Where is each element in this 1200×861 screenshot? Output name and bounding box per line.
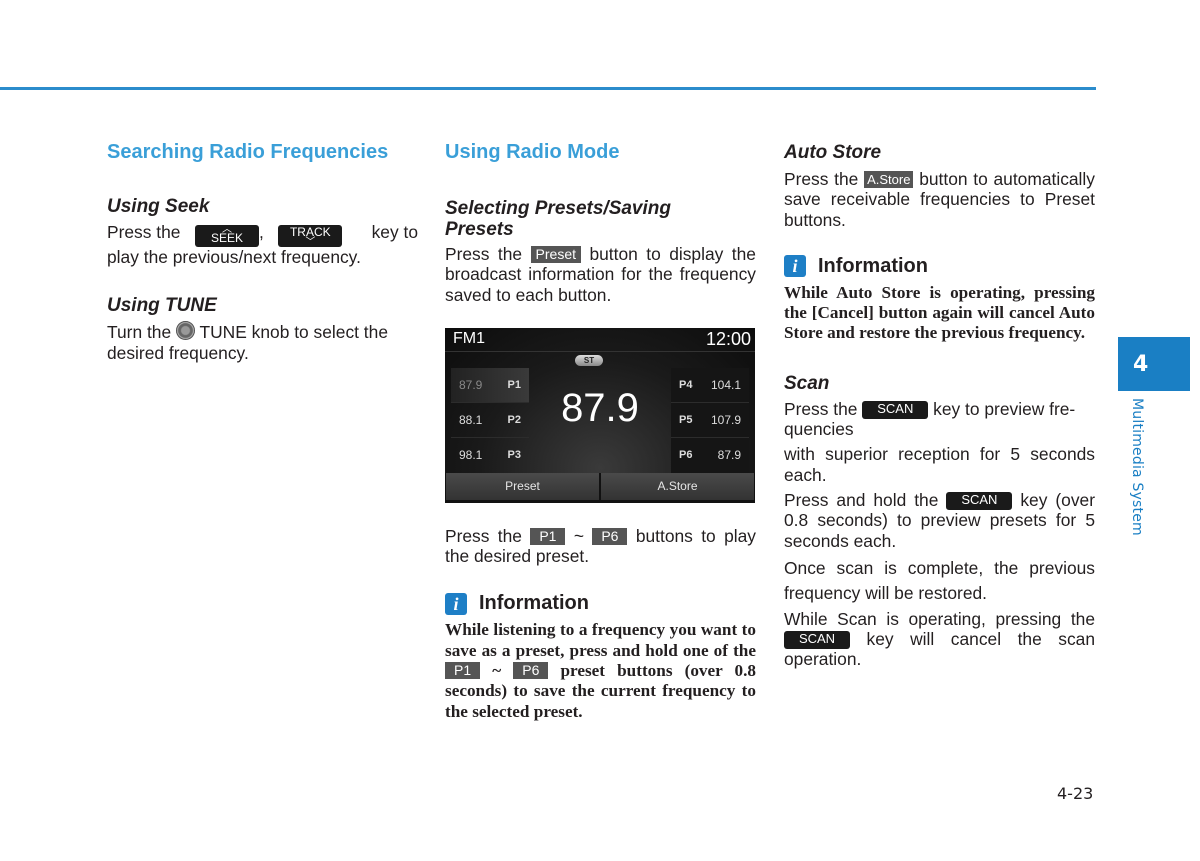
- scan-paragraph-5: While Scan is operating, pressing the SC…: [784, 609, 1095, 670]
- presets-paragraph: Press the Preset button to display the b…: [445, 244, 756, 305]
- screen-button-bar: Preset A.Store: [445, 472, 755, 503]
- column-autostore-scan: Auto Store Press the A.Store button to a…: [784, 138, 1095, 670]
- section-title: Using Radio Mode: [445, 141, 620, 163]
- text: TUNE knob to select the: [199, 322, 389, 343]
- scan-key: SCAN: [862, 400, 929, 419]
- preset-row[interactable]: 88.1 P2: [451, 403, 529, 438]
- subheading-auto-store: Auto Store: [784, 142, 882, 163]
- text: Press and hold the: [784, 489, 939, 510]
- p1-key: P1: [530, 527, 566, 545]
- chevron-up-icon: ︿: [221, 224, 232, 235]
- preset-key: Preset: [530, 246, 581, 263]
- subheading-using-tune: Using TUNE: [107, 295, 217, 317]
- text: Turn the: [107, 322, 172, 343]
- subheading-scan: Scan: [784, 372, 830, 394]
- p1-key: P1: [445, 662, 481, 680]
- text: desired frequency.: [107, 342, 249, 363]
- preset-frequency: 87.9: [717, 448, 741, 463]
- screen-preset-button[interactable]: Preset: [446, 472, 599, 500]
- preset-number: P1: [507, 378, 521, 391]
- info-heading: i Information: [445, 592, 756, 615]
- preset-row[interactable]: 98.1 P3: [451, 438, 529, 473]
- column-searching-radio: Searching Radio Frequencies Using Seek P…: [107, 138, 418, 363]
- section-title: Searching Radio Frequencies: [107, 141, 389, 163]
- header-rule: [0, 87, 1096, 90]
- seek-key: ︿ SEEK: [194, 224, 259, 247]
- info-heading: i Information: [784, 255, 1095, 278]
- preset-frequency: 104.1: [710, 377, 741, 392]
- text: Press the: [445, 244, 523, 264]
- scan-paragraph-3: Press and hold the SCAN key (over 0.8 se…: [784, 490, 1095, 551]
- preset-number: P3: [507, 449, 521, 462]
- chapter-label: Multimedia System: [1129, 398, 1145, 536]
- preset-row[interactable]: P6 87.9: [671, 437, 749, 473]
- tune-paragraph: Turn the TUNE knob to select the desired…: [107, 321, 418, 363]
- text: Press the: [784, 398, 858, 419]
- p6-key: P6: [513, 662, 549, 680]
- clock: 12:00: [705, 328, 751, 349]
- preset-frequency: 107.9: [710, 412, 741, 427]
- preset-frequency: 88.1: [459, 412, 483, 427]
- info-label: Information: [818, 254, 928, 277]
- tune-knob-icon: [175, 321, 195, 341]
- info-icon: i: [445, 592, 467, 615]
- chapter-tab: 4: [1118, 337, 1190, 391]
- preset-frequency: 87.9: [459, 377, 483, 392]
- preset-number: P5: [679, 413, 693, 426]
- preset-row[interactable]: 87.9 P1: [451, 367, 529, 403]
- seek-paragraph: Press the ︿ SEEK, TRACK ﹀ key to play the …: [107, 222, 418, 267]
- text: Press the: [445, 525, 522, 546]
- preset-frequency: 98.1: [459, 448, 483, 463]
- info-text: While Auto Store is operating, pressing …: [784, 282, 1095, 343]
- text: While Scan is operating, pressing the: [784, 608, 1095, 629]
- text: key to: [371, 222, 418, 242]
- scan-paragraph-2: with superior reception for 5 seconds ea…: [784, 444, 1095, 485]
- text: Press the: [784, 169, 859, 189]
- info-icon: i: [784, 255, 806, 278]
- subheading-selecting-presets: Selecting Presets/Saving Presets: [445, 198, 671, 240]
- separator: ,: [258, 222, 264, 242]
- scan-key: SCAN: [784, 631, 850, 650]
- preset-row[interactable]: P4 104.1: [671, 367, 749, 403]
- subheading-using-seek: Using Seek: [107, 196, 210, 217]
- band-label: FM1: [453, 329, 485, 347]
- scan-key: SCAN: [946, 491, 1013, 510]
- p6-key: P6: [592, 527, 628, 545]
- info-text: While listening to a frequency you want …: [445, 620, 756, 721]
- track-key: TRACK ﹀: [278, 225, 343, 248]
- radio-screen-image: FM1 12:00 ST 87.9 87.9 P1 88.1 P2 98.1 P…: [445, 327, 755, 503]
- tilde: ~: [573, 525, 584, 546]
- current-frequency: 87.9: [561, 385, 639, 430]
- text: play the previous/next frequency.: [107, 247, 361, 267]
- column-radio-mode: Using Radio Mode Selecting Presets/Savin…: [445, 138, 756, 722]
- scan-paragraph-4: Once scan is complete, the previous freq…: [784, 557, 1095, 603]
- preset-number: P6: [679, 449, 693, 462]
- screen-astore-button[interactable]: A.Store: [601, 472, 754, 500]
- preset-number: P2: [507, 413, 521, 426]
- tilde: ~: [492, 661, 502, 681]
- play-preset-paragraph: Press the P1 ~ P6 buttons to play the de…: [445, 526, 756, 567]
- text: Press the: [107, 222, 181, 242]
- page-number: 4-23: [1057, 784, 1094, 803]
- preset-number: P4: [679, 378, 693, 391]
- chevron-down-icon: ﹀: [305, 237, 316, 248]
- scan-paragraph-1: Press the SCAN key to preview fre-quenci…: [784, 399, 1095, 440]
- screen-status-bar: FM1 12:00: [445, 328, 755, 352]
- preset-row[interactable]: P5 107.9: [671, 402, 749, 438]
- text: While listening to a frequency you want …: [445, 620, 756, 660]
- astore-key: A.Store: [864, 171, 914, 188]
- preset-list-left: 87.9 P1 88.1 P2 98.1 P3: [451, 367, 529, 473]
- preset-list-right: P4 104.1 P5 107.9 P6 87.9: [671, 367, 749, 473]
- stereo-badge: ST: [575, 354, 603, 366]
- autostore-paragraph: Press the A.Store button to automaticall…: [784, 169, 1095, 230]
- info-label: Information: [479, 592, 589, 615]
